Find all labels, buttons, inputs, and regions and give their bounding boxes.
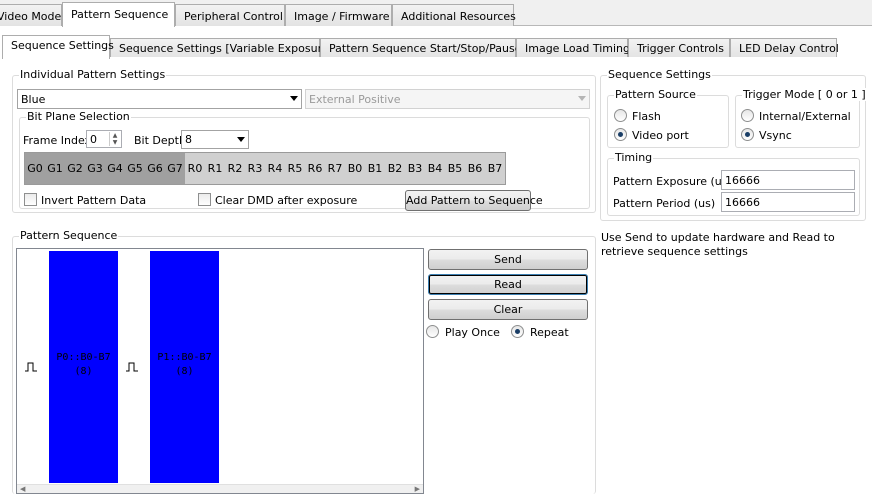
chevron-down-icon xyxy=(578,96,586,101)
bit-plane-r4[interactable]: R4 xyxy=(265,153,285,184)
tab-pattern-sequence[interactable]: Pattern Sequence xyxy=(62,2,175,27)
tab-sequence-settings-variable-exposure[interactable]: Sequence Settings [Variable Exposure] xyxy=(110,38,333,58)
pattern-period-value: 16666 xyxy=(725,196,760,209)
bit-plane-r1[interactable]: R1 xyxy=(205,153,225,184)
color-select[interactable]: Blue xyxy=(17,89,302,109)
group-title: Timing xyxy=(614,151,654,164)
pattern-label: P0::B0-B7 (8) xyxy=(56,352,111,377)
group-title: Individual Pattern Settings xyxy=(19,68,167,81)
flash-radio[interactable] xyxy=(614,109,627,122)
trigger-select: External Positive xyxy=(305,89,590,109)
clear-dmd-checkbox[interactable] xyxy=(198,193,211,206)
group-title: Bit Plane Selection xyxy=(26,110,131,123)
group-title: Pattern Sequence xyxy=(19,229,119,242)
pattern-sequence-list[interactable]: P0::B0-B7 (8) P1::B0-B7 (8) ◀ ▶ xyxy=(16,248,424,494)
flash-label: Flash xyxy=(632,110,661,123)
bit-plane-r5[interactable]: R5 xyxy=(285,153,305,184)
group-title: Sequence Settings xyxy=(607,68,712,81)
pattern-block[interactable]: P0::B0-B7 (8) xyxy=(49,251,118,483)
scroll-right-icon[interactable]: ▶ xyxy=(415,485,420,493)
bit-plane-b6[interactable]: B6 xyxy=(465,153,485,184)
bit-plane-g0[interactable]: G0 xyxy=(25,153,45,184)
bit-plane-b2[interactable]: B2 xyxy=(385,153,405,184)
tab-trigger-controls[interactable]: Trigger Controls xyxy=(628,38,730,58)
bit-plane-g2[interactable]: G2 xyxy=(65,153,85,184)
bit-plane-g6[interactable]: G6 xyxy=(145,153,165,184)
bit-plane-b1[interactable]: B1 xyxy=(365,153,385,184)
bit-plane-b3[interactable]: B3 xyxy=(405,153,425,184)
tab-additional-resources[interactable]: Additional Resources xyxy=(392,4,516,26)
tab-content: Individual Pattern Settings Blue Externa… xyxy=(0,57,872,494)
frame-index-spinbox[interactable]: 0 ▲ ▼ xyxy=(86,130,122,148)
tab-led-delay-control[interactable]: LED Delay Control xyxy=(730,38,839,58)
tab-sequence-settings[interactable]: Sequence Settings xyxy=(2,35,114,59)
horizontal-scrollbar[interactable]: ◀ ▶ xyxy=(17,484,423,493)
video-port-label: Video port xyxy=(632,129,689,142)
add-pattern-button[interactable]: Add Pattern to Sequence xyxy=(405,190,543,211)
tab-peripheral-control[interactable]: Peripheral Control xyxy=(175,4,285,26)
bit-plane-b0[interactable]: B0 xyxy=(345,153,365,184)
main-tab-bar: Video Mode Pattern Sequence Peripheral C… xyxy=(0,0,872,27)
group-title: Pattern Source xyxy=(614,88,697,101)
bit-plane-r2[interactable]: R2 xyxy=(225,153,245,184)
bit-plane-b5[interactable]: B5 xyxy=(445,153,465,184)
bit-plane-r6[interactable]: R6 xyxy=(305,153,325,184)
video-port-radio[interactable] xyxy=(614,128,627,141)
vsync-radio[interactable] xyxy=(741,128,754,141)
vsync-label: Vsync xyxy=(759,129,792,142)
bit-plane-g4[interactable]: G4 xyxy=(105,153,125,184)
bit-plane-b4[interactable]: B4 xyxy=(425,153,445,184)
bit-plane-g5[interactable]: G5 xyxy=(125,153,145,184)
clear-button[interactable]: Clear xyxy=(428,299,588,320)
bit-depth-label: Bit Depth xyxy=(134,134,186,147)
pattern-label: P1::B0-B7 (8) xyxy=(157,352,212,377)
color-select-value: Blue xyxy=(21,93,46,106)
bit-plane-r3[interactable]: R3 xyxy=(245,153,265,184)
bit-depth-value: 8 xyxy=(185,133,192,146)
bit-plane-r0[interactable]: R0 xyxy=(185,153,205,184)
bit-plane-g3[interactable]: G3 xyxy=(85,153,105,184)
clear-dmd-label: Clear DMD after exposure xyxy=(215,194,358,207)
frame-index-value: 0 xyxy=(90,133,97,146)
bit-plane-row: G0 G1 G2 G3 G4 G5 G6 G7 R0 R1 R2 R3 R4 R5 R6 R7 B0 B1 B2 B3… xyxy=(24,152,506,185)
frame-index-label: Frame Index xyxy=(23,134,92,147)
scroll-left-icon[interactable]: ◀ xyxy=(20,485,25,493)
tab-video-mode[interactable]: Video Mode xyxy=(0,4,62,26)
pattern-period-input[interactable]: 16666 xyxy=(721,192,855,212)
bit-plane-g1[interactable]: G1 xyxy=(45,153,65,184)
invert-pattern-checkbox[interactable] xyxy=(24,193,37,206)
pattern-period-label: Pattern Period (us) xyxy=(613,197,716,210)
read-button[interactable]: Read xyxy=(428,274,588,295)
spin-arrows-icon[interactable]: ▲ ▼ xyxy=(109,132,120,146)
play-once-label: Play Once xyxy=(445,326,500,339)
send-button[interactable]: Send xyxy=(428,249,588,270)
pattern-exposure-input[interactable]: 16666 xyxy=(721,170,855,190)
pattern-block[interactable]: P1::B0-B7 (8) xyxy=(150,251,219,483)
bit-plane-r7[interactable]: R7 xyxy=(325,153,345,184)
tab-image-load-timing[interactable]: Image Load Timing xyxy=(516,38,630,58)
trigger-pulse-icon xyxy=(25,362,37,372)
pattern-exposure-value: 16666 xyxy=(725,174,760,187)
trigger-select-value: External Positive xyxy=(309,93,401,106)
tab-image-firmware[interactable]: Image / Firmware xyxy=(285,4,392,26)
repeat-label: Repeat xyxy=(530,326,569,339)
bit-depth-select[interactable]: 8 xyxy=(181,130,249,149)
group-title: Trigger Mode [ 0 or 1 ] xyxy=(742,88,867,101)
play-once-radio[interactable] xyxy=(426,325,439,338)
internal-external-label: Internal/External xyxy=(759,110,851,123)
pattern-exposure-label: Pattern Exposure (us) xyxy=(613,175,732,188)
chevron-down-icon xyxy=(290,96,298,101)
tab-pattern-sequence-start-stop[interactable]: Pattern Sequence Start/Stop/Pause xyxy=(320,38,521,58)
invert-pattern-label: Invert Pattern Data xyxy=(41,194,147,207)
sub-tab-bar: Sequence Settings Sequence Settings [Var… xyxy=(0,26,872,59)
bit-plane-g7[interactable]: G7 xyxy=(165,153,185,184)
bit-plane-b7[interactable]: B7 xyxy=(485,153,505,184)
internal-external-radio[interactable] xyxy=(741,109,754,122)
trigger-pulse-icon xyxy=(126,362,138,372)
chevron-down-icon xyxy=(237,137,245,142)
repeat-radio[interactable] xyxy=(511,325,524,338)
help-text: Use Send to update hardware and Read to … xyxy=(601,231,835,258)
